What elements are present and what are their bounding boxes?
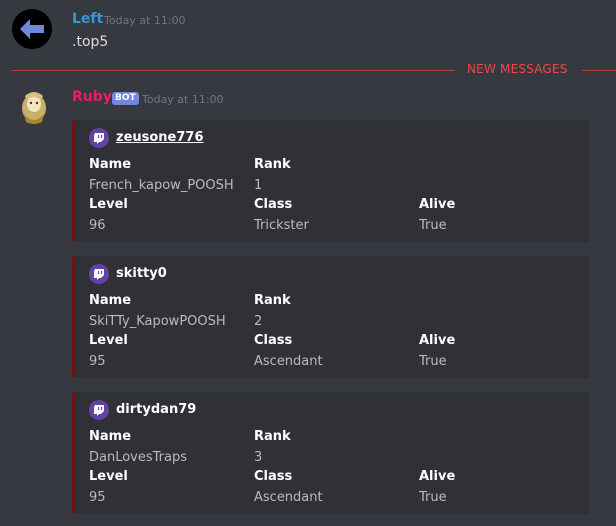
- new-messages-divider-line-left: [12, 70, 455, 71]
- field-level-label: Level: [89, 197, 128, 212]
- field-rank-value: 1: [254, 178, 263, 193]
- field-level-label: Level: [89, 469, 128, 484]
- field-rank-label: Rank: [254, 429, 291, 444]
- embed-author-link[interactable]: zeusone776: [116, 130, 204, 145]
- embed-author-name: dirtydan79: [116, 402, 197, 417]
- left-avatar[interactable]: [12, 9, 52, 49]
- field-alive-label: Alive: [419, 333, 456, 348]
- field-class-label: Class: [254, 333, 293, 348]
- field-class-label: Class: [254, 197, 293, 212]
- ruby-avatar-icon: [22, 92, 46, 124]
- bot-tag: BOT: [112, 92, 139, 105]
- field-class-value: Ascendant: [254, 490, 323, 505]
- field-alive-label: Alive: [419, 469, 456, 484]
- timestamp: Today at 11:00: [142, 93, 224, 106]
- new-messages-label: NEW MESSAGES: [467, 62, 568, 76]
- field-rank-label: Rank: [254, 293, 291, 308]
- field-name-value: French_kapow_POOSH: [89, 178, 234, 193]
- field-rank-value: 3: [254, 450, 263, 465]
- twitch-icon: [89, 264, 109, 284]
- field-alive-value: True: [419, 490, 447, 505]
- field-rank-label: Rank: [254, 157, 291, 172]
- field-name-label: Name: [89, 157, 132, 172]
- field-name-label: Name: [89, 429, 132, 444]
- field-alive-value: True: [419, 354, 447, 369]
- field-name-value: SkiTTy_KapowPOOSH: [89, 314, 226, 329]
- field-rank-value: 2: [254, 314, 263, 329]
- field-level-label: Level: [89, 333, 128, 348]
- field-alive-label: Alive: [419, 197, 456, 212]
- twitch-icon: [89, 128, 109, 148]
- field-name-value: DanLovesTraps: [89, 450, 188, 465]
- field-class-value: Trickster: [254, 218, 309, 233]
- field-level-value: 95: [89, 354, 106, 369]
- embed-card: dirtydan79 Name DanLovesTraps Rank 3 Lev…: [72, 392, 590, 514]
- message-text: .top5: [72, 34, 109, 50]
- twitch-icon: [89, 400, 109, 420]
- author-name[interactable]: Ruby: [72, 89, 112, 105]
- ruby-avatar[interactable]: [16, 86, 56, 126]
- new-messages-divider-line-right: [582, 70, 616, 71]
- field-class-value: Ascendant: [254, 354, 323, 369]
- timestamp: Today at 11:00: [104, 14, 186, 27]
- author-name[interactable]: Left: [72, 11, 103, 27]
- field-alive-value: True: [419, 218, 447, 233]
- field-class-label: Class: [254, 469, 293, 484]
- field-level-value: 95: [89, 490, 106, 505]
- embed-author-name: skitty0: [116, 266, 167, 281]
- field-name-label: Name: [89, 293, 132, 308]
- embed-card: skitty0 Name SkiTTy_KapowPOOSH Rank 2 Le…: [72, 256, 590, 378]
- embed-card: zeusone776 Name French_kapow_POOSH Rank …: [72, 120, 590, 242]
- arrow-left-icon: [12, 9, 52, 49]
- field-level-value: 96: [89, 218, 106, 233]
